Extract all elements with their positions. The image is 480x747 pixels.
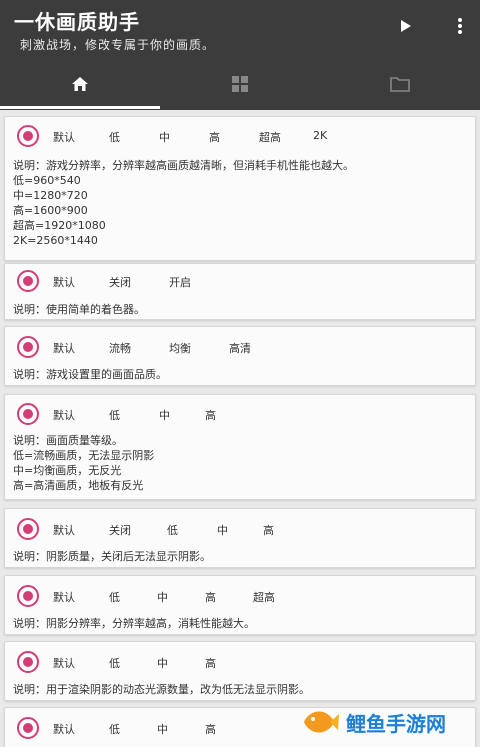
watermark-text: 鲤鱼手游网 [346,711,446,736]
app-bar: 一休画质助手 刺激战场，修改专属于你的画质。 [0,0,480,110]
option-label[interactable]: 低 [109,129,120,145]
option-label[interactable]: 高 [205,589,216,605]
tab-widgets[interactable] [160,60,320,108]
option-label[interactable]: 高 [209,129,220,145]
fish-logo-icon [304,711,339,733]
description: 说明：使用简单的着色器。 [13,303,145,316]
option-label[interactable]: 高 [205,407,216,423]
radio-button[interactable] [17,270,39,292]
radio-button[interactable] [17,651,39,673]
option-label[interactable]: 默认 [53,340,75,356]
option-label[interactable]: 低 [167,522,178,538]
option-label[interactable]: 中 [159,407,170,423]
setting-card-shadow-resolution: 默认 低 中 高 超高 说明：阴影分辨率，分辨率越高，消耗性能越大。 [4,575,476,635]
option-label[interactable]: 中 [157,655,168,671]
setting-card-shader: 默认 关闭 开启 说明：使用简单的着色器。 [4,263,476,320]
option-label[interactable]: 关闭 [109,274,131,290]
option-label[interactable]: 默认 [53,589,75,605]
radio-button[interactable] [17,518,39,540]
option-label[interactable]: 默认 [53,721,75,737]
setting-card-resolution: 默认 低 中 高 超高 2K 说明：游戏分辨率，分辨率越高画质越清晰，但消耗手机… [4,116,476,261]
option-label[interactable]: 流畅 [109,340,131,356]
option-label[interactable]: 中 [157,721,168,737]
option-label[interactable]: 低 [109,655,120,671]
option-label[interactable]: 超高 [259,129,281,145]
tab-indicator [0,106,160,109]
home-icon [72,77,88,91]
radio-button[interactable] [17,125,39,147]
option-label[interactable]: 高 [205,721,216,737]
play-icon[interactable] [394,14,418,38]
option-label[interactable]: 低 [109,407,120,423]
setting-card-level: 默认 低 中 高 说明：画面质量等级。 低=流畅画质，无法显示阴影 中=均衡画质… [4,394,476,500]
option-label[interactable]: 开启 [169,274,191,290]
radio-button[interactable] [17,717,39,739]
option-label[interactable]: 中 [157,589,168,605]
description: 说明：游戏分辨率，分辨率越高画质越清晰，但消耗手机性能也越大。 低=960*54… [13,159,354,247]
radio-button[interactable] [17,403,39,425]
option-label[interactable]: 2K [313,129,327,142]
description: 说明：画面质量等级。 低=流畅画质，无法显示阴影 中=均衡画质，无反光 高=高清… [13,434,155,492]
tab-bar [0,60,480,108]
more-vert-icon[interactable] [448,14,472,38]
option-label[interactable]: 默认 [53,274,75,290]
tab-files[interactable] [320,60,480,108]
settings-list[interactable]: 默认 低 中 高 超高 2K 说明：游戏分辨率，分辨率越高画质越清晰，但消耗手机… [0,110,480,747]
option-label[interactable]: 低 [109,721,120,737]
radio-button[interactable] [17,585,39,607]
option-label[interactable]: 高 [263,522,274,538]
description: 说明：阴影分辨率，分辨率越高，消耗性能越大。 [13,617,255,630]
description: 说明：用于渲染阴影的动态光源数量，改为低无法显示阴影。 [13,683,310,696]
option-label[interactable]: 默认 [53,407,75,423]
option-label[interactable]: 默认 [53,522,75,538]
option-label[interactable]: 中 [159,129,170,145]
option-label[interactable]: 中 [217,522,228,538]
option-label[interactable]: 高清 [229,340,251,356]
app-title: 一休画质助手 [14,10,140,34]
option-label[interactable]: 均衡 [169,340,191,356]
option-label[interactable]: 关闭 [109,522,131,538]
option-label[interactable]: 默认 [53,655,75,671]
setting-card-light-sources: 默认 低 中 高 说明：用于渲染阴影的动态光源数量，改为低无法显示阴影。 [4,641,476,701]
setting-card-shadow: 默认 关闭 低 中 高 说明：阴影质量，关闭后无法显示阴影。 [4,508,476,568]
option-label[interactable]: 默认 [53,129,75,145]
option-label[interactable]: 低 [109,589,120,605]
grid-icon [232,76,248,92]
app-subtitle: 刺激战场，修改专属于你的画质。 [20,38,216,52]
description: 说明：阴影质量，关闭后无法显示阴影。 [13,550,211,563]
option-label[interactable]: 超高 [253,589,275,605]
folder-icon [390,77,410,92]
watermark: 鲤鱼手游网 [300,702,476,742]
setting-card-quality: 默认 流畅 均衡 高清 说明：游戏设置里的画面品质。 [4,326,476,386]
option-label[interactable]: 高 [205,655,216,671]
tab-home[interactable] [0,60,160,108]
radio-button[interactable] [17,336,39,358]
description: 说明：游戏设置里的画面品质。 [13,368,167,381]
